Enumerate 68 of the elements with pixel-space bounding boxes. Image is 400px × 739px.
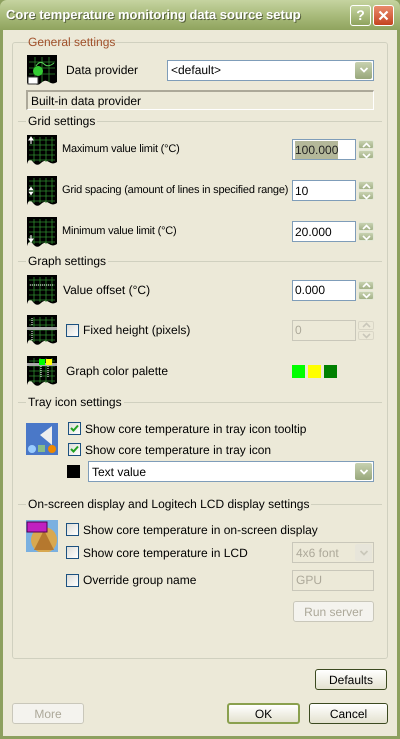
checkbox-label: Fixed height (pixels) <box>83 322 190 339</box>
chevron-down-icon <box>360 331 372 339</box>
spin-down-button[interactable] <box>358 191 374 200</box>
spin-up-button[interactable] <box>358 320 374 330</box>
grid-graph-icon <box>26 174 58 206</box>
field-label: Maximum value limit (°C) <box>62 142 181 158</box>
number-field[interactable]: 10 <box>292 180 356 201</box>
section-title: General settings <box>27 34 116 51</box>
field-label: Minimum value limit (°C) <box>62 224 178 240</box>
checkbox[interactable] <box>66 523 79 536</box>
spin-up-button[interactable] <box>358 280 374 290</box>
section-title: On-screen display and Logitech LCD display settings <box>27 496 310 513</box>
color-swatch[interactable] <box>324 364 337 378</box>
description-field: Built-in data provider <box>26 90 374 110</box>
dialog-button[interactable]: Defaults <box>315 669 387 690</box>
chevron-down-icon <box>360 291 372 299</box>
section-title: Graph settings <box>27 253 108 270</box>
checkbox[interactable] <box>68 422 81 435</box>
dropdown[interactable]: Text value <box>88 461 374 482</box>
chevron-down-icon <box>360 232 372 240</box>
spin-down-button[interactable] <box>358 330 374 340</box>
field-label: Grid spacing (amount of lines in specified range) <box>62 183 289 198</box>
chevron-down-icon <box>360 150 372 158</box>
checkbox[interactable] <box>66 574 79 586</box>
grid-graph-icon <box>26 134 58 166</box>
tray-icon <box>26 423 58 455</box>
number-field[interactable]: 0.000 <box>292 280 356 300</box>
spin-down-button[interactable] <box>358 232 374 241</box>
graph-monitor-icon <box>26 54 58 86</box>
checkbox-label: Show core temperature in tray icon <box>85 442 272 458</box>
spin-up-button[interactable] <box>358 140 374 149</box>
grid-graph-icon <box>26 274 58 306</box>
color-swatch[interactable] <box>292 364 305 378</box>
field-label: Graph color palette <box>66 363 170 380</box>
section-title: Tray icon settings <box>27 394 123 411</box>
chevron-up-icon <box>360 281 372 289</box>
grid-graph-icon <box>26 314 58 346</box>
checkbox[interactable] <box>66 546 79 559</box>
chevron-up-icon <box>360 182 372 190</box>
color-swatch[interactable] <box>308 364 321 378</box>
dialog-button[interactable]: OK <box>227 703 300 724</box>
grid-graph-icon <box>26 355 58 387</box>
checkbox-label: Show core temperature in on-screen display <box>83 522 318 538</box>
close-icon <box>378 10 389 20</box>
dropdown[interactable]: <default> <box>167 60 374 80</box>
chevron-up-icon <box>360 140 372 148</box>
spin-down-button[interactable] <box>358 150 374 159</box>
on-screen-display-icon <box>26 520 58 552</box>
close-button[interactable] <box>373 4 394 26</box>
field-label: Data provider <box>66 62 140 79</box>
spin-down-button[interactable] <box>358 290 374 300</box>
chevron-up-icon <box>360 222 372 230</box>
color-swatch[interactable] <box>67 465 80 478</box>
checkbox-label: Show core temperature in tray icon tooltip <box>85 420 306 438</box>
section-title: Grid settings <box>27 113 96 130</box>
number-field[interactable]: 100.000 <box>292 139 356 160</box>
checkbox[interactable] <box>68 443 81 456</box>
spin-up-button[interactable] <box>358 181 374 190</box>
chevron-down-icon <box>360 192 372 200</box>
spin-up-button[interactable] <box>358 222 374 231</box>
checkbox-label: Override group name <box>83 572 196 589</box>
number-field[interactable]: 20.000 <box>292 221 356 242</box>
window-title: Core temperature monitoring data source setup <box>6 6 301 24</box>
grid-graph-icon <box>26 216 58 248</box>
chevron-up-icon <box>360 321 372 329</box>
checkbox-label: Show core temperature in LCD <box>83 544 248 562</box>
dialog-button[interactable]: Cancel <box>309 703 388 724</box>
field-label: Value offset (°C) <box>63 282 152 299</box>
